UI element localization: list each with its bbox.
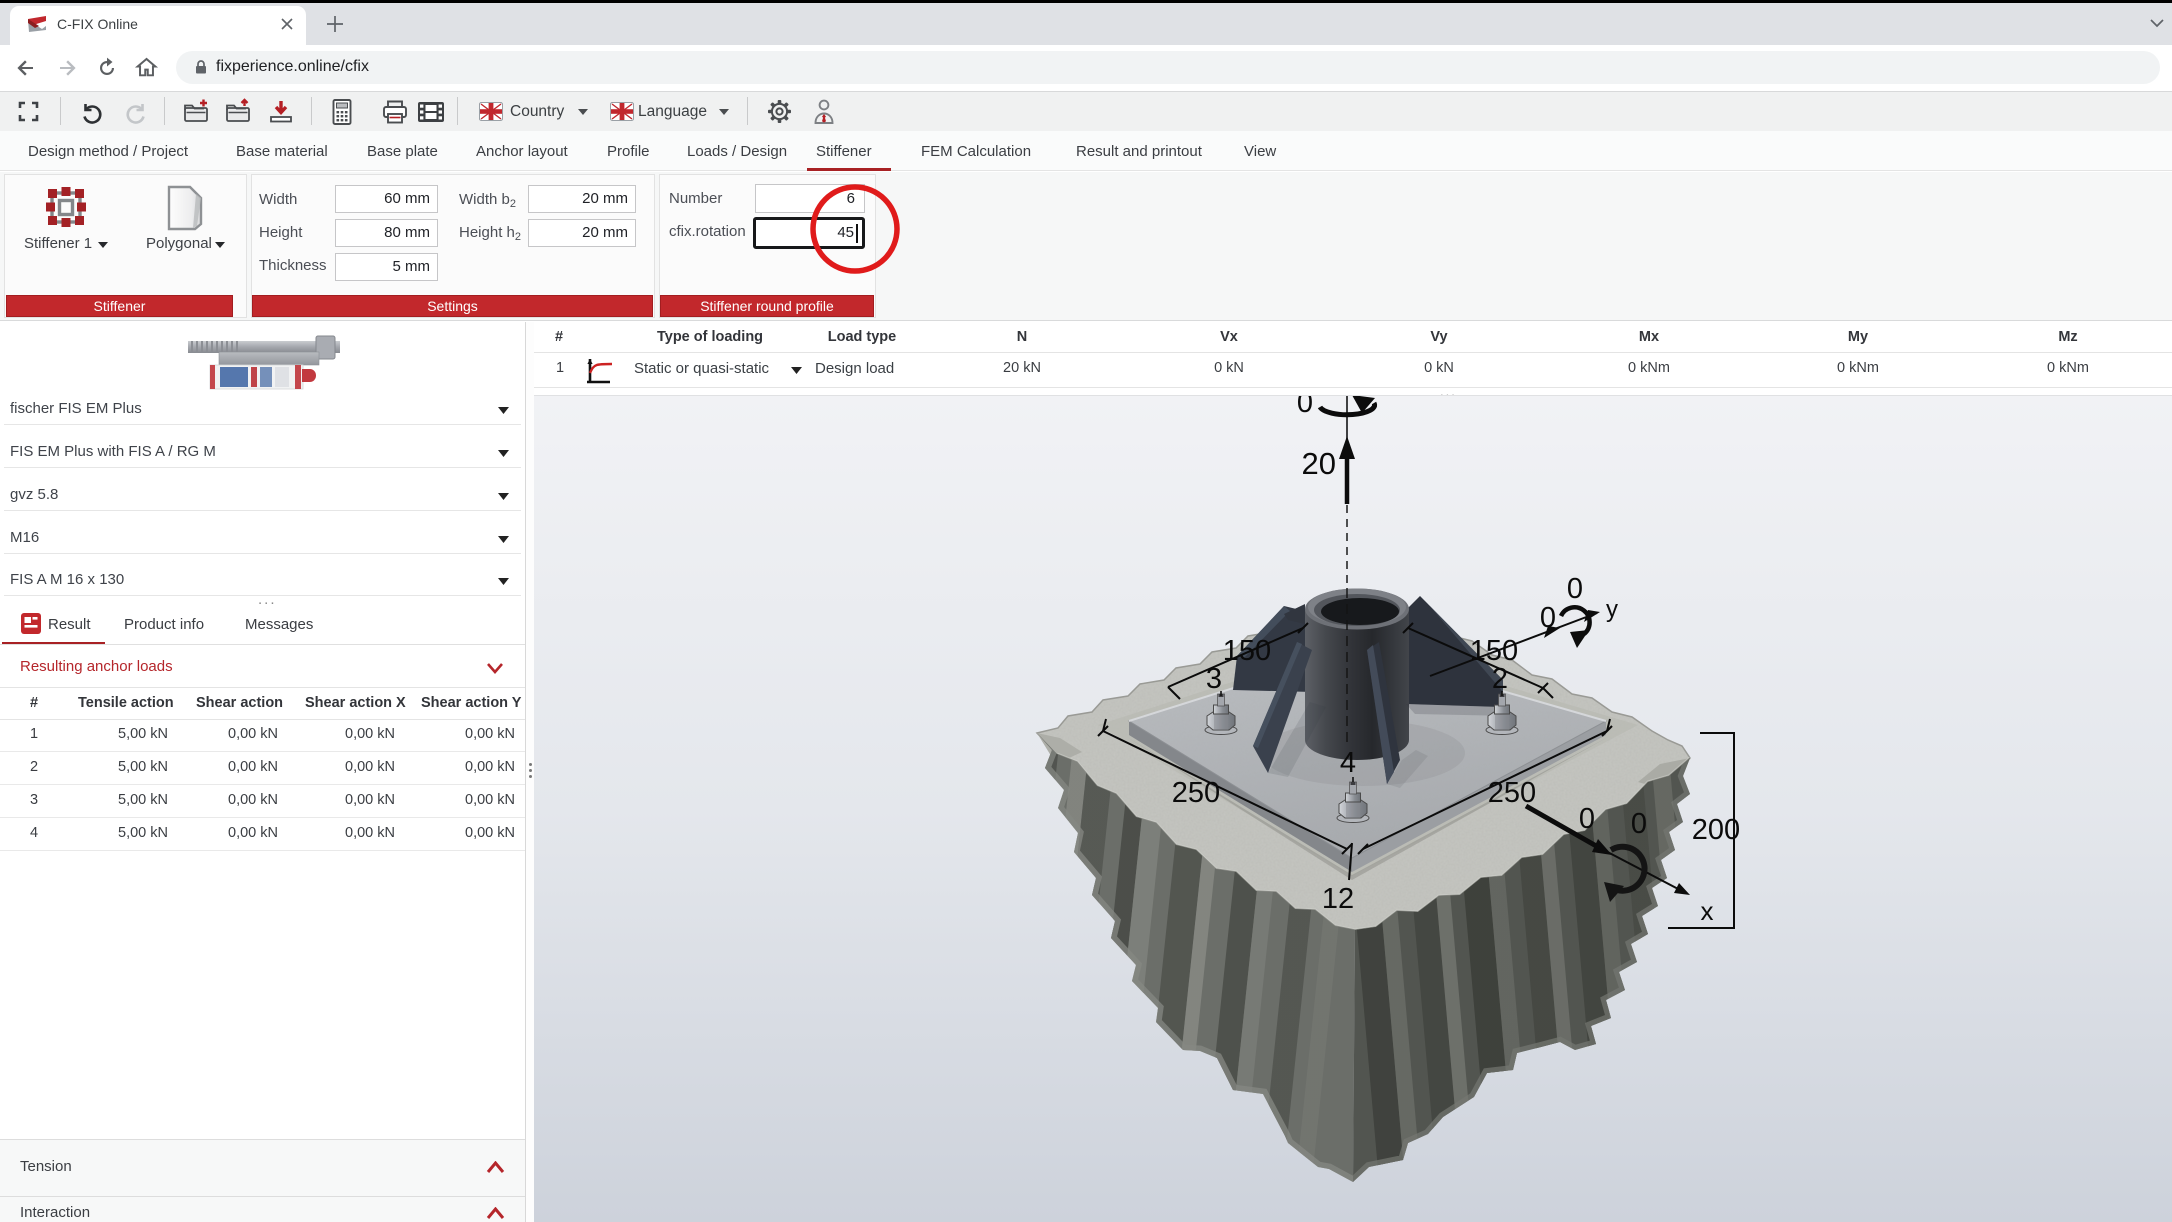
svg-text:0: 0 xyxy=(1579,803,1595,835)
svg-text:0: 0 xyxy=(1540,602,1556,634)
svg-text:12: 12 xyxy=(1322,883,1354,915)
svg-text:0: 0 xyxy=(1631,808,1647,840)
svg-text:x: x xyxy=(1701,896,1714,926)
svg-text:y: y xyxy=(1606,596,1618,623)
svg-text:0: 0 xyxy=(1567,573,1583,605)
svg-text:150: 150 xyxy=(1223,635,1271,667)
svg-text:200: 200 xyxy=(1692,814,1740,846)
svg-text:4: 4 xyxy=(1340,747,1356,779)
svg-text:250: 250 xyxy=(1172,777,1220,809)
svg-text:3: 3 xyxy=(1206,663,1222,695)
svg-text:2: 2 xyxy=(1492,663,1508,695)
svg-text:0: 0 xyxy=(1297,396,1313,419)
svg-text:250: 250 xyxy=(1488,777,1536,809)
svg-text:20: 20 xyxy=(1302,446,1336,481)
